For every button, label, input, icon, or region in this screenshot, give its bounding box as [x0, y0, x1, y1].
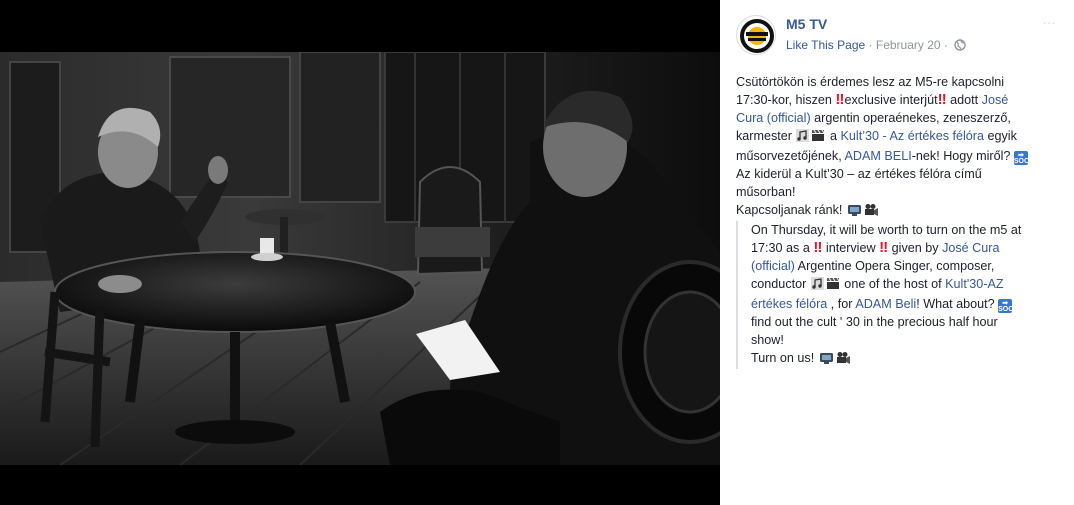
soon-arrow-icon: ➡ SOON — [998, 299, 1019, 313]
clapper-board-icon — [826, 277, 840, 295]
television-icon — [819, 351, 834, 369]
meta-separator: · — [868, 38, 876, 52]
photo-viewer — [0, 0, 720, 505]
translation-quote: On Thursday, it will be worth to turn on… — [736, 221, 1066, 369]
double-exclamation-icon: ‼ — [879, 239, 888, 256]
music-notes-icon — [810, 277, 824, 295]
kult30-link[interactable]: Kult’30 - Az értékes félóra — [841, 129, 985, 143]
text-line: 17:30-kor, hiszen ‼ exclusive interjút‼ a… — [736, 91, 1009, 108]
movie-camera-icon — [836, 351, 851, 369]
post-photo[interactable] — [0, 52, 720, 465]
post-text: Csütörtökön is érdemes lesz az M5-re kap… — [736, 73, 1066, 369]
text-line: Turn on us! — [751, 349, 1066, 369]
jose-cura-link[interactable]: Cura (official) — [736, 111, 811, 125]
text-line: find out the cult ' 30 in the precious h… — [751, 315, 998, 329]
meta-separator: · — [943, 38, 952, 52]
m5-logo-icon — [740, 19, 774, 53]
kult30-link[interactable]: értékes félóra — [751, 297, 827, 311]
text-line: műsorban! — [736, 185, 796, 199]
text-line: show! — [751, 333, 784, 347]
post-date[interactable]: February 20 — [876, 38, 941, 52]
page-avatar[interactable] — [736, 15, 776, 55]
jose-cura-link[interactable]: José — [982, 93, 1009, 107]
globe-icon[interactable] — [954, 39, 966, 51]
more-dots-icon[interactable]: … — [1042, 12, 1058, 30]
adam-beli-link[interactable]: ADAM Beli — [855, 297, 916, 311]
double-exclamation-icon: ‼ — [813, 239, 822, 256]
text-line: (official) Argentine Opera Singer, compo… — [751, 259, 995, 273]
post-panel: M5 TV Like This Page · February 20 · … C… — [720, 0, 1074, 505]
post-meta: Like This Page · February 20 · — [786, 38, 966, 52]
text-line: Kapcsoljanak ránk! — [736, 201, 1066, 221]
kult30-link[interactable]: Kult'30-AZ — [945, 277, 1003, 291]
music-notes-icon — [796, 129, 810, 147]
text-line: 17:30 as a ‼ interview ‼ given by José C… — [751, 239, 1000, 256]
text-line: Cura (official) argentin operaénekes, ze… — [736, 111, 1011, 125]
text-line: conductor one of the host of Kult'30-AZ — [751, 275, 1066, 295]
text-line: Csütörtökön is érdemes lesz az M5-re kap… — [736, 75, 1005, 89]
soon-arrow-icon: ➡ SOON — [1013, 151, 1035, 165]
television-icon — [847, 203, 862, 221]
double-exclamation-icon: ‼ — [937, 91, 947, 108]
text-line: On Thursday, it will be worth to turn on… — [751, 223, 1022, 237]
text-line: Az kiderül a Kult’30 – az értékes félóra… — [736, 167, 982, 181]
page-name-link[interactable]: M5 TV — [786, 16, 827, 32]
like-page-link[interactable]: Like This Page — [786, 38, 865, 52]
jose-cura-link[interactable]: José Cura — [942, 241, 999, 255]
double-exclamation-icon: ‼ — [835, 91, 844, 108]
adam-beli-link[interactable]: ADAM BELI — [845, 149, 912, 163]
movie-camera-icon — [864, 203, 879, 221]
text-line: értékes félóra , for ADAM Beli! What abo… — [751, 297, 1019, 313]
text-line: karmester a Kult’30 - Az értékes félóra … — [736, 127, 1066, 147]
clapper-board-icon — [811, 129, 825, 147]
jose-cura-link[interactable]: (official) — [751, 259, 795, 273]
text-line: műsorvezetőjének, ADAM BELI-nek! Hogy mi… — [736, 149, 1035, 165]
